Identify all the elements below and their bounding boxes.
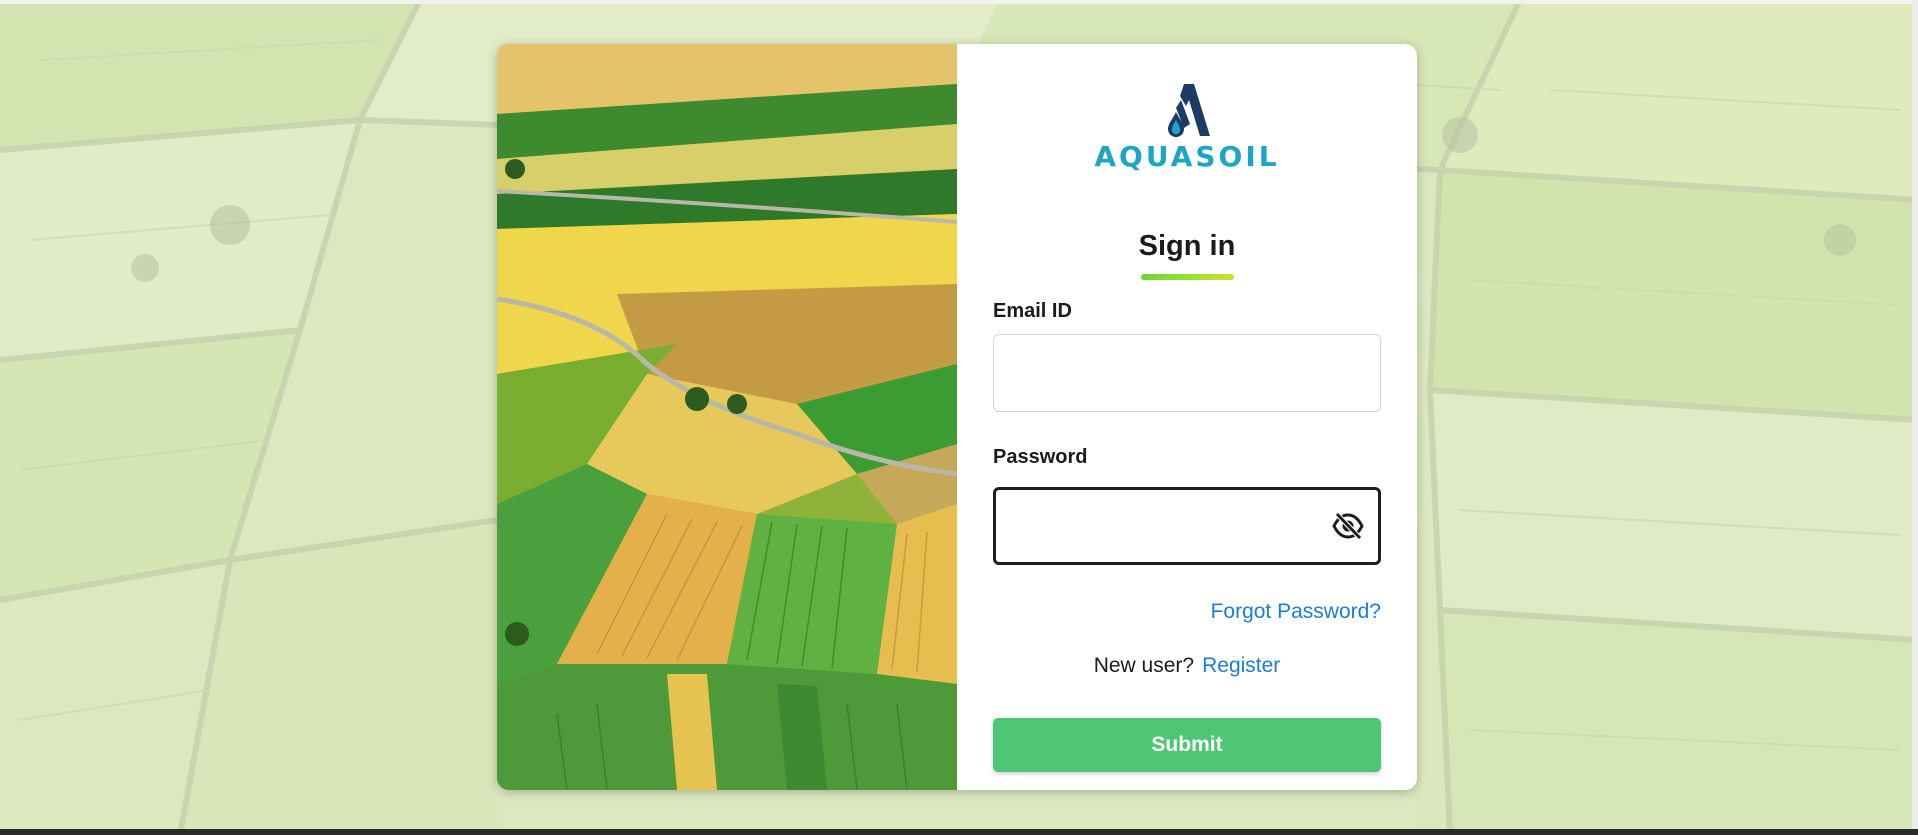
email-label: Email ID (993, 300, 1072, 322)
brand-name: AQUASOIL (1094, 140, 1280, 173)
forgot-password-link[interactable]: Forgot Password? (1211, 600, 1381, 624)
browser-top-edge (0, 0, 1918, 4)
email-field-wrapper (993, 334, 1381, 412)
farmland-hero-image (497, 44, 957, 790)
browser-bottom-edge (0, 829, 1918, 835)
email-field[interactable] (994, 335, 1380, 411)
submit-button[interactable]: Submit (993, 718, 1381, 772)
aquasoil-drop-icon (1168, 84, 1210, 137)
aquasoil-logo: AQUASOIL (957, 84, 1417, 173)
register-link[interactable]: Register (1202, 654, 1280, 677)
new-user-text: New user? (1093, 654, 1195, 677)
sign-in-form: AQUASOIL Sign in Email ID Password Forgo… (957, 44, 1417, 790)
login-card: AQUASOIL Sign in Email ID Password Forgo… (497, 44, 1417, 790)
register-row: New user? Register (957, 654, 1417, 678)
title-underline (1141, 274, 1234, 280)
password-field-wrapper (993, 487, 1381, 565)
eye-slash-icon[interactable] (1332, 512, 1364, 540)
scrollbar-track[interactable] (1912, 0, 1918, 829)
password-field[interactable] (996, 490, 1378, 562)
password-label: Password (993, 446, 1088, 468)
page-title: Sign in (1138, 230, 1236, 262)
